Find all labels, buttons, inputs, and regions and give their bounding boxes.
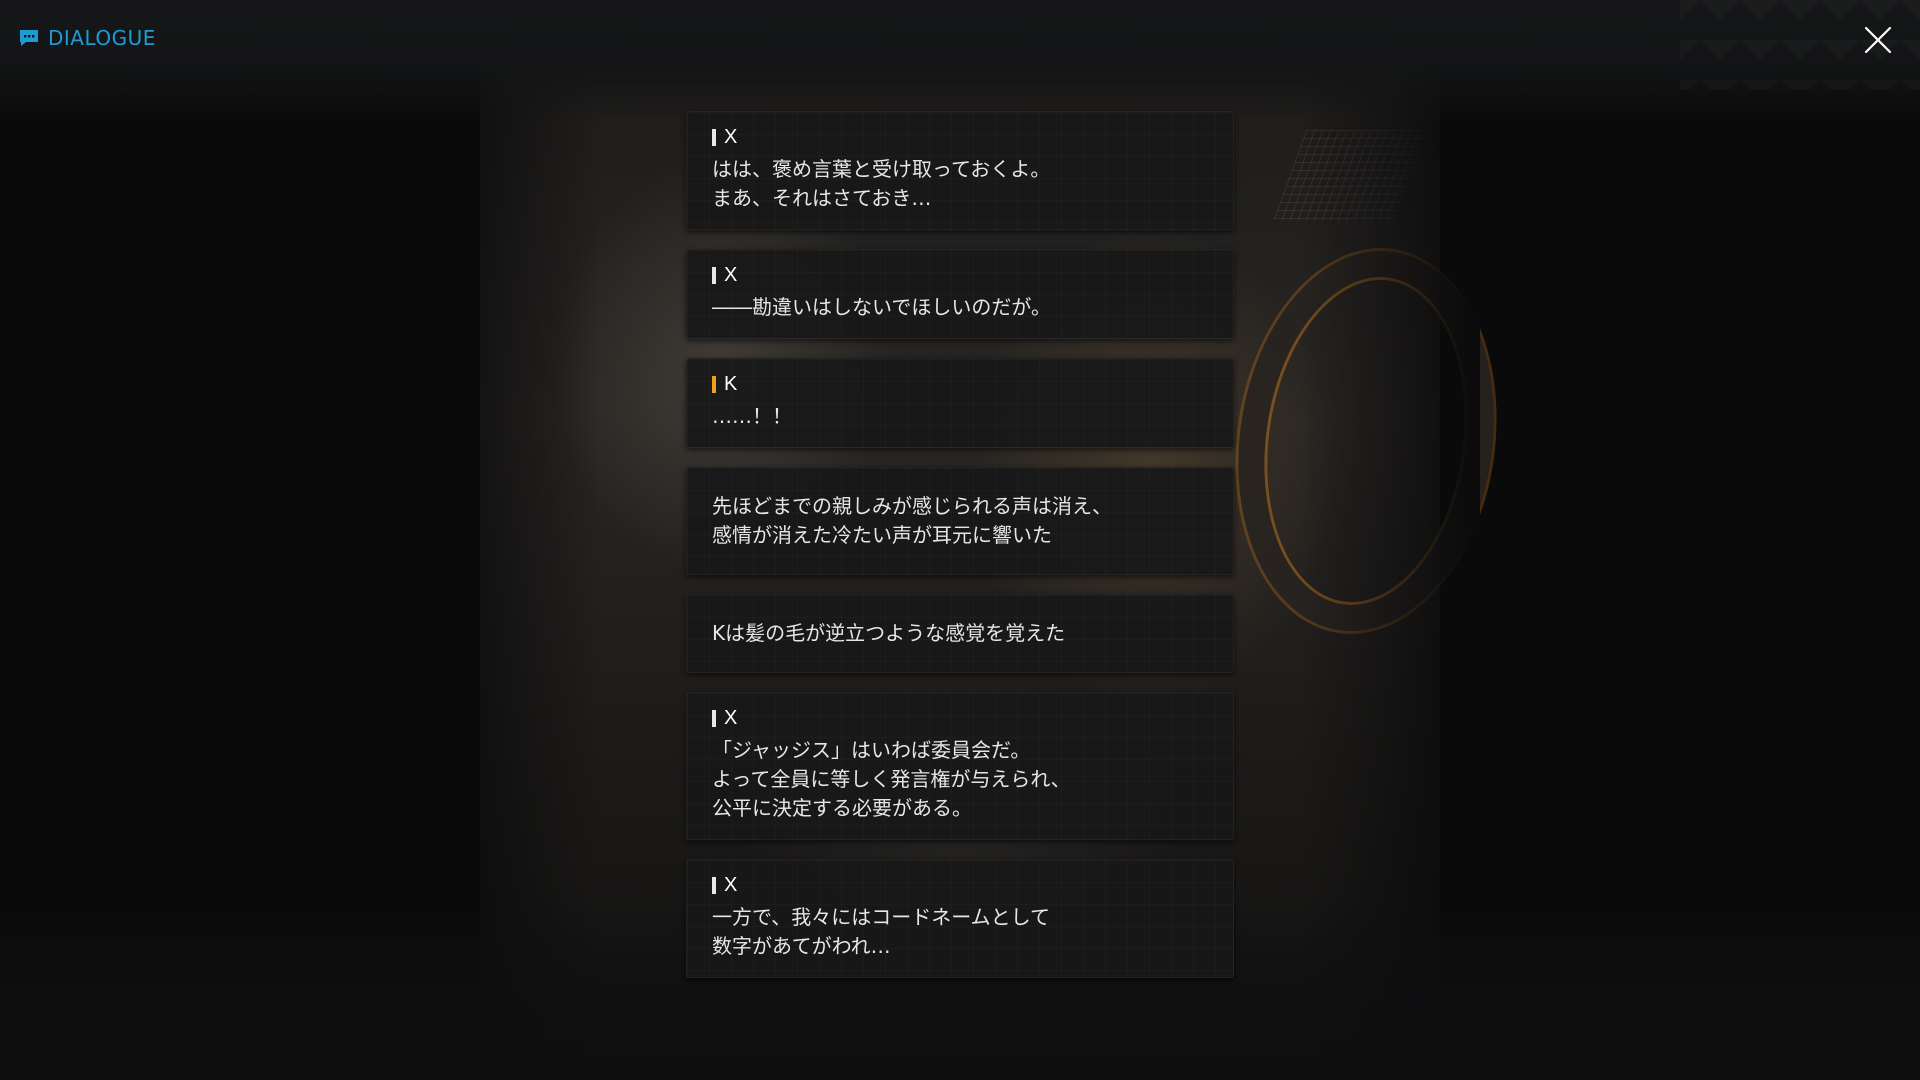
speaker-marker xyxy=(712,709,716,727)
dialogue-log-screen: DIALOGUE X はは、褒め言葉と受け取っておくよ。 まあ、それはさておき… X ―… xyxy=(0,0,1920,1080)
speaker-name: X xyxy=(724,263,739,286)
speaker-row: X xyxy=(712,126,1208,148)
close-icon xyxy=(1864,26,1892,54)
dialogue-line: まあ、それはさておき… xyxy=(712,186,932,210)
dialogue-line: はは、褒め言葉と受け取っておくよ。 xyxy=(712,157,1051,181)
dialogue-entry: X 一方で、我々にはコードネームとして 数字があてがわれ… xyxy=(686,859,1234,978)
dialogue-line: 数字があてがわれ… xyxy=(712,934,891,958)
page-title: DIALOGUE xyxy=(18,26,156,50)
dialogue-line: よって全員に等しく発言権が与えられ、 xyxy=(712,767,1071,791)
dialogue-line: ……！！ xyxy=(712,404,792,428)
close-button[interactable] xyxy=(1862,24,1894,56)
speaker-name: K xyxy=(724,372,739,395)
dialogue-line: Kは髪の毛が逆立つような感覚を覚えた xyxy=(712,621,1066,645)
chat-bubble-icon xyxy=(20,30,38,46)
dialogue-entry: X ――勘違いはしないでほしいのだが。 xyxy=(686,249,1234,339)
dialogue-line: 公平に決定する必要がある。 xyxy=(712,796,972,820)
page-title-text: DIALOGUE xyxy=(48,26,156,50)
dialogue-entry: K ……！！ xyxy=(686,358,1234,448)
speaker-marker xyxy=(712,128,716,146)
speaker-row: K xyxy=(712,373,1208,395)
dialogue-line: 「ジャッジス」はいわば委員会だ。 xyxy=(712,738,1031,762)
speaker-row: X xyxy=(712,707,1208,729)
speaker-name: X xyxy=(724,706,739,729)
speaker-row: X xyxy=(712,264,1208,286)
narration-entry: 先ほどまでの親しみが感じられる声は消え、 感情が消えた冷たい声が耳元に響いた xyxy=(686,467,1234,575)
speaker-marker xyxy=(712,375,716,393)
dialogue-line: 感情が消えた冷たい声が耳元に響いた xyxy=(712,523,1052,547)
dialogue-line: 一方で、我々にはコードネームとして xyxy=(712,905,1050,929)
dialogue-line: 先ほどまでの親しみが感じられる声は消え、 xyxy=(712,494,1112,518)
dialogue-list[interactable]: X はは、褒め言葉と受け取っておくよ。 まあ、それはさておき… X ――勘違いはしないで… xyxy=(686,111,1234,997)
speaker-marker xyxy=(712,876,716,894)
speaker-name: X xyxy=(724,125,739,148)
dialogue-line: ――勘違いはしないでほしいのだが。 xyxy=(712,295,1051,319)
dialogue-entry: X 「ジャッジス」はいわば委員会だ。よって全員に等しく発言権が与えられ、 公平に決定… xyxy=(686,692,1234,840)
speaker-name: X xyxy=(724,873,739,896)
dialogue-entry: X はは、褒め言葉と受け取っておくよ。 まあ、それはさておき… xyxy=(686,111,1234,230)
speaker-marker xyxy=(712,266,716,284)
narration-entry: Kは髪の毛が逆立つような感覚を覚えた xyxy=(686,594,1234,673)
speaker-row: X xyxy=(712,874,1208,896)
